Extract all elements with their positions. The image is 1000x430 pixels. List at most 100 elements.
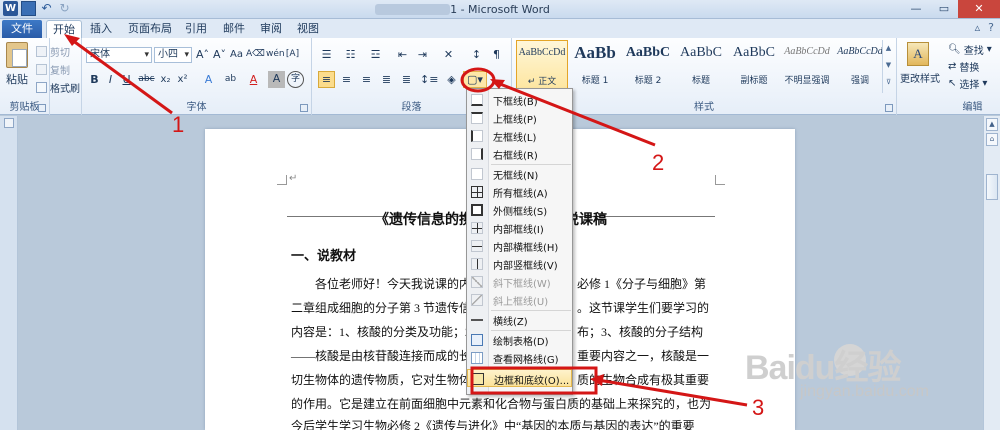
border-style-icon bbox=[471, 334, 483, 346]
tab-references[interactable]: 引用 bbox=[181, 20, 211, 38]
char-border-icon[interactable]: [A] bbox=[284, 46, 301, 63]
shrink-font-icon[interactable]: A˅ bbox=[211, 46, 228, 63]
justify-button[interactable]: ≣ bbox=[378, 71, 395, 88]
borders-menu-item[interactable]: 绘制表格(D) bbox=[467, 331, 572, 349]
bold-button[interactable]: B bbox=[86, 71, 103, 88]
scroll-pin-icon[interactable]: ⌂ bbox=[986, 133, 998, 146]
chinese-layout-icon[interactable]: ✕ bbox=[440, 46, 457, 63]
ruler-toggle-icon[interactable] bbox=[4, 118, 14, 128]
borders-menu-item[interactable]: 外侧框线(S) bbox=[467, 201, 572, 219]
annotation-number-3: 3 bbox=[752, 395, 765, 420]
show-marks-icon[interactable]: ¶ bbox=[488, 46, 505, 63]
maximize-icon[interactable]: ▭ bbox=[930, 0, 958, 18]
underline-button[interactable]: U bbox=[118, 71, 135, 88]
multilevel-list-icon[interactable]: ☲ bbox=[367, 46, 384, 63]
borders-menu-item[interactable]: 边框和底纹(O)... bbox=[467, 369, 572, 387]
tab-home[interactable]: 开始 bbox=[46, 20, 82, 38]
font-name-dropdown[interactable]: 宋体 bbox=[86, 47, 152, 63]
document-title: 《遗传信息的携 bbox=[375, 213, 473, 228]
borders-menu-item-label: 左框线(L) bbox=[493, 133, 537, 144]
borders-menu-item-label: 边框和底纹(O)... bbox=[494, 376, 570, 387]
enclose-char-icon[interactable]: 字 bbox=[287, 71, 304, 88]
change-styles-icon[interactable]: A bbox=[907, 42, 929, 66]
clear-format-icon[interactable]: A⌫ bbox=[246, 46, 265, 63]
superscript-button[interactable]: x² bbox=[174, 71, 191, 88]
text-effects-icon[interactable]: A bbox=[200, 71, 217, 88]
tab-mailings[interactable]: 邮件 bbox=[219, 20, 249, 38]
borders-menu-item[interactable]: 右框线(R) bbox=[467, 145, 572, 163]
borders-menu-item[interactable]: 横线(Z) bbox=[467, 311, 572, 329]
margin-corner-mark bbox=[277, 175, 287, 185]
tab-review[interactable]: 审阅 bbox=[256, 20, 286, 38]
vertical-ruler bbox=[0, 116, 18, 430]
borders-dropdown-button[interactable]: ▢▾ bbox=[463, 71, 487, 88]
borders-menu-item[interactable]: 下框线(B) bbox=[467, 91, 572, 109]
borders-menu-item[interactable]: 内部横框线(H) bbox=[467, 237, 572, 255]
tab-insert[interactable]: 插入 bbox=[86, 20, 116, 38]
find-button[interactable]: 🔍︎ 查找 ▾ bbox=[948, 42, 992, 57]
distributed-button[interactable]: ≣ bbox=[398, 71, 415, 88]
borders-menu-item-label: 内部框线(I) bbox=[493, 225, 544, 236]
align-left-button[interactable]: ≡ bbox=[318, 71, 335, 88]
borders-menu-item[interactable]: 上框线(P) bbox=[467, 109, 572, 127]
scroll-thumb[interactable] bbox=[986, 174, 998, 200]
borders-menu-item-label: 无框线(N) bbox=[493, 171, 539, 182]
borders-menu-item-label: 内部横框线(H) bbox=[493, 243, 559, 254]
body-line: 内容是：1、核酸的分类及功能；2 bbox=[291, 325, 472, 339]
font-size-dropdown[interactable]: 小四 bbox=[154, 47, 192, 63]
change-case-icon[interactable]: Aa bbox=[228, 46, 245, 63]
tab-page-layout[interactable]: 页面布局 bbox=[124, 20, 176, 38]
sort-icon[interactable]: ↕ bbox=[468, 46, 485, 63]
ribbon-collapse-icon[interactable]: ▵ bbox=[975, 21, 981, 34]
shading-icon[interactable]: ◈ bbox=[443, 71, 460, 88]
borders-menu-item[interactable]: 内部竖框线(V) bbox=[467, 255, 572, 273]
vertical-scrollbar[interactable]: ▲ ⌂ bbox=[983, 116, 1000, 430]
border-style-icon bbox=[471, 314, 483, 326]
styles-launcher-icon[interactable] bbox=[885, 104, 893, 112]
body-line: 质的生物合成有极其重要 bbox=[577, 373, 710, 387]
line-spacing-icon[interactable]: ↕≡ bbox=[420, 71, 438, 88]
font-group-label: 字体 bbox=[186, 102, 207, 113]
scroll-up-icon[interactable]: ▲ bbox=[986, 118, 998, 131]
italic-button[interactable]: I bbox=[102, 71, 119, 88]
replace-button[interactable]: ⇄ 替换 bbox=[948, 59, 979, 74]
borders-menu-item: 斜上框线(U) bbox=[467, 291, 572, 309]
borders-menu-item[interactable]: 内部框线(I) bbox=[467, 219, 572, 237]
bullets-icon[interactable]: ☰ bbox=[318, 46, 335, 63]
border-style-icon bbox=[471, 130, 483, 142]
window-controls: — ▭ ✕ bbox=[902, 0, 1000, 18]
borders-menu-item[interactable]: 查看网格线(G) bbox=[467, 349, 572, 367]
borders-menu-item-label: 所有框线(A) bbox=[493, 189, 548, 200]
char-shading-icon[interactable]: A bbox=[268, 71, 285, 88]
highlight-icon[interactable]: ab bbox=[222, 71, 239, 88]
annotation-number-1: 1 bbox=[172, 112, 185, 137]
help-icon[interactable]: ? bbox=[988, 21, 994, 34]
minimize-icon[interactable]: — bbox=[902, 0, 930, 18]
strikethrough-button[interactable]: abc bbox=[138, 71, 155, 88]
select-button[interactable]: ↖ 选择 ▾ bbox=[948, 76, 987, 91]
increase-indent-icon[interactable]: ⇥ bbox=[414, 46, 431, 63]
body-line: 的作用。它是建立在前面细胞中元素和化合物与蛋白质的基础上来探究的，也为 bbox=[291, 397, 712, 411]
decrease-indent-icon[interactable]: ⇤ bbox=[394, 46, 411, 63]
subscript-button[interactable]: x₂ bbox=[157, 71, 174, 88]
phonetic-guide-icon[interactable]: wén bbox=[266, 46, 285, 63]
borders-menu-item[interactable]: 无框线(N) bbox=[467, 165, 572, 183]
close-icon[interactable]: ✕ bbox=[958, 0, 1000, 18]
border-style-icon bbox=[471, 186, 483, 198]
align-right-button[interactable]: ≡ bbox=[358, 71, 375, 88]
body-line: 重要内容之一，核酸是一 bbox=[577, 349, 710, 363]
grow-font-icon[interactable]: A˄ bbox=[194, 46, 211, 63]
border-style-icon bbox=[471, 294, 483, 306]
font-color-icon[interactable]: A bbox=[245, 71, 262, 88]
numbering-icon[interactable]: ☷ bbox=[342, 46, 359, 63]
align-center-button[interactable]: ≡ bbox=[338, 71, 355, 88]
paragraph-mark: ↵ bbox=[289, 173, 298, 184]
body-line: 。这节课学生们要学习的 bbox=[577, 301, 710, 315]
borders-menu-item[interactable]: 所有框线(A) bbox=[467, 183, 572, 201]
change-styles-button[interactable]: 更改样式 bbox=[900, 70, 940, 85]
borders-menu-item[interactable]: 左框线(L) bbox=[467, 127, 572, 145]
body-line: 布；3、核酸的分子结构 bbox=[577, 325, 704, 339]
font-launcher-icon[interactable] bbox=[300, 104, 308, 112]
tab-file[interactable]: 文件 bbox=[2, 20, 42, 38]
tab-view[interactable]: 视图 bbox=[293, 20, 323, 38]
